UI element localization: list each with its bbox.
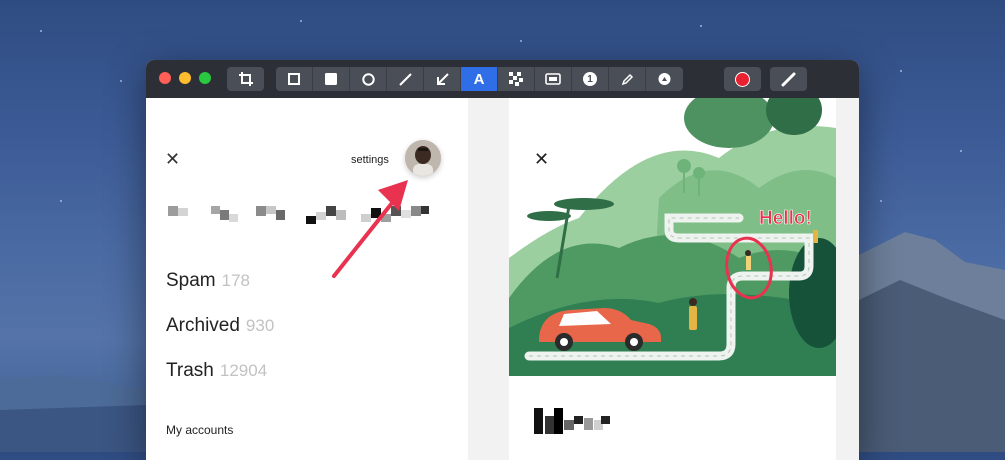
line-icon	[398, 72, 412, 86]
archived-count: 930	[245, 316, 275, 335]
brush-icon	[781, 72, 796, 86]
filled-rectangle-tool-button[interactable]	[313, 67, 350, 91]
drawing-tools-group: A 1	[276, 67, 683, 91]
my-accounts-heading: My accounts	[166, 423, 234, 437]
square-outline-icon	[288, 73, 300, 85]
zoom-window-button[interactable]	[199, 72, 211, 84]
stroke-width-button[interactable]	[770, 67, 807, 91]
square-filled-icon	[325, 73, 337, 85]
menu-item-trash[interactable]: Trash 12904	[166, 360, 267, 382]
annotation-toolbar: A 1	[146, 60, 859, 98]
crop-tool-button[interactable]	[227, 67, 264, 91]
highlight-tool-button[interactable]	[535, 67, 572, 91]
onboarding-close-icon[interactable]: ✕	[534, 150, 549, 168]
crop-icon	[238, 72, 253, 86]
hello-text-annotation[interactable]: Hello!	[759, 208, 812, 230]
pencil-tool-button[interactable]	[609, 67, 646, 91]
avatar[interactable]	[405, 140, 441, 176]
pencil-icon	[621, 73, 633, 85]
onboarding-panel: ✕ Hello!	[509, 98, 836, 460]
stamp-icon	[658, 73, 671, 85]
landscape-illustration	[509, 98, 836, 376]
number-icon: 1	[583, 72, 597, 86]
ellipse-tool-button[interactable]	[350, 67, 387, 91]
trash-count: 12904	[219, 361, 268, 380]
minimize-window-button[interactable]	[179, 72, 191, 84]
arrow-icon	[436, 72, 449, 85]
screenshot-canvas: ✕ settings Spam 178 Archived 930 Trash 1…	[146, 98, 859, 460]
pixelate-tool-button[interactable]	[498, 67, 535, 91]
close-icon[interactable]: ✕	[165, 150, 180, 168]
text-icon: A	[473, 70, 485, 88]
line-tool-button[interactable]	[387, 67, 424, 91]
arrow-tool-button[interactable]	[424, 67, 461, 91]
menu-item-spam[interactable]: Spam 178	[166, 270, 250, 292]
color-swatch-icon	[735, 71, 750, 87]
panel-divider	[468, 98, 509, 460]
mail-sidebar-panel: ✕ settings Spam 178 Archived 930 Trash 1…	[146, 98, 468, 460]
panel-edge	[836, 98, 859, 460]
settings-link[interactable]: settings	[351, 154, 389, 166]
color-group	[724, 67, 761, 91]
app-window: A 1 ✕ settings Spam 178 Archived 930 Tra…	[146, 60, 859, 460]
highlight-box-icon	[545, 73, 561, 85]
circle-icon	[361, 72, 375, 86]
color-picker-button[interactable]	[724, 67, 761, 91]
stamp-tool-button[interactable]	[646, 67, 683, 91]
rectangle-tool-button[interactable]	[276, 67, 313, 91]
pixelate-icon	[509, 72, 523, 86]
close-window-button[interactable]	[159, 72, 171, 84]
counter-tool-button[interactable]: 1	[572, 67, 609, 91]
menu-item-archived[interactable]: Archived 930	[166, 315, 274, 337]
avatar-photo	[405, 140, 441, 176]
text-tool-button[interactable]: A	[461, 67, 498, 91]
stroke-group	[770, 67, 807, 91]
crop-group	[227, 67, 264, 91]
spam-count: 178	[221, 271, 251, 290]
